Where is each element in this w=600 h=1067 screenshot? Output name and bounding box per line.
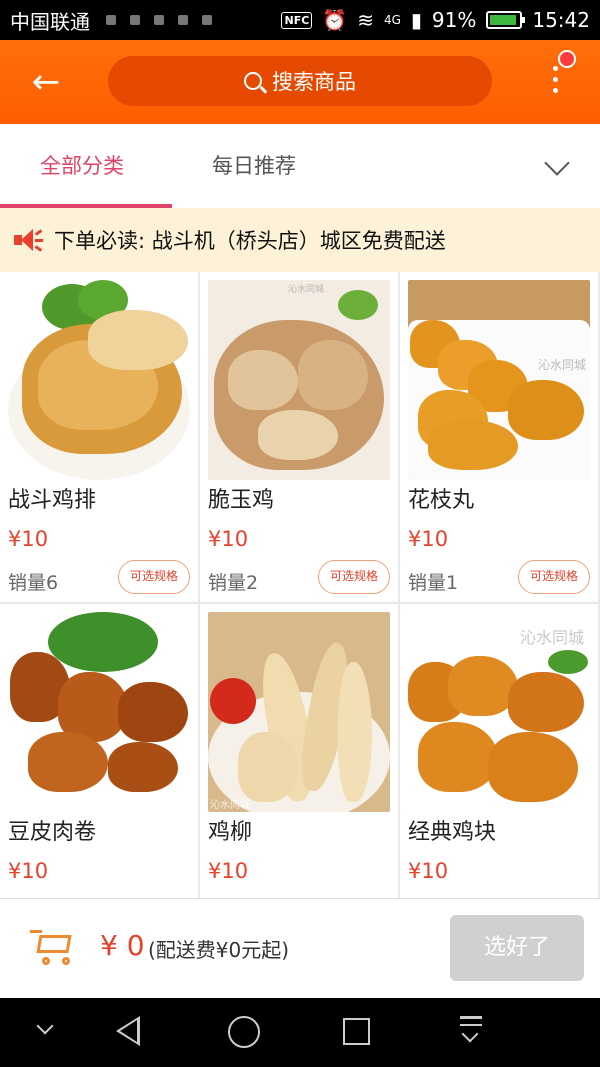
cart-icon[interactable] [30, 927, 78, 967]
notification-icon [202, 15, 212, 25]
select-spec-button[interactable]: 可选规格 [118, 560, 190, 594]
product-sales: 销量2 [208, 572, 259, 594]
product-card[interactable]: 战斗鸡排 ¥10 销量6 可选规格 [0, 272, 198, 602]
notification-icon [154, 15, 164, 25]
alarm-icon: ⏰ [322, 8, 348, 32]
product-card[interactable]: 沁水同城 花枝丸 ¥10 销量1 可选规格 [400, 272, 598, 602]
watermark: 沁水同城 [520, 628, 585, 647]
product-image: 沁水同城 [408, 280, 590, 480]
product-name: 战斗鸡排 [8, 488, 97, 513]
product-price: ¥10 [8, 859, 49, 883]
watermark: 沁水同城 [538, 358, 587, 372]
signal-icon: ▮ [410, 8, 422, 32]
arrow-left-icon[interactable]: ← [26, 62, 66, 102]
product-image: 沁水同城 [8, 612, 190, 812]
category-tabs: 全部分类 每日推荐 [0, 124, 600, 208]
cart-total: ¥ 0 [100, 929, 145, 962]
delivery-fee-note: (配送费¥0元起) [148, 938, 290, 962]
app-screen: 中国联通 NFC ⏰ ≋ 4G ▮ 91% 15:42 ← 搜索商品 全部分类 … [0, 0, 600, 1067]
product-grid: 战斗鸡排 ¥10 销量6 可选规格 沁水同城 脆玉鸡 ¥10 销量2 可选规格 [0, 272, 600, 898]
watermark: 沁水同城 [210, 800, 250, 811]
status-right: NFC ⏰ ≋ 4G ▮ 91% 15:42 [281, 8, 590, 32]
product-name: 鸡柳 [208, 820, 253, 845]
product-name: 花枝丸 [408, 488, 475, 513]
search-bar[interactable]: 搜索商品 [108, 56, 492, 106]
battery-percent: 91% [431, 8, 477, 32]
wifi-icon: ≋ [357, 8, 374, 32]
product-name: 经典鸡块 [408, 820, 497, 845]
select-spec-button[interactable]: 可选规格 [518, 560, 590, 594]
status-bar: 中国联通 NFC ⏰ ≋ 4G ▮ 91% 15:42 [0, 0, 600, 40]
notification-icons [106, 15, 212, 25]
tab-daily-recommend[interactable]: 每日推荐 [212, 124, 296, 208]
search-icon [244, 72, 262, 90]
notification-icon [178, 15, 188, 25]
product-image [8, 280, 190, 480]
product-card[interactable]: 沁水同城 豆皮肉卷 ¥10 [0, 604, 198, 898]
watermark: 沁水同城 [288, 285, 325, 295]
select-spec-button[interactable]: 可选规格 [318, 560, 390, 594]
cart-bar: ¥ 0 (配送费¥0元起) 选好了 [0, 898, 600, 998]
more-vertical-icon[interactable] [548, 62, 562, 106]
product-image: 沁水同城 [408, 612, 590, 812]
tab-all-categories[interactable]: 全部分类 [40, 124, 124, 208]
product-image: 沁水同城 [208, 612, 390, 812]
product-image: 沁水同城 [208, 280, 390, 480]
network-label: 4G [383, 13, 401, 27]
product-price: ¥10 [208, 859, 249, 883]
product-name: 豆皮肉卷 [8, 820, 97, 845]
product-name: 脆玉鸡 [208, 488, 275, 513]
chevron-down-icon[interactable] [544, 152, 570, 178]
product-price: ¥10 [408, 859, 449, 883]
product-price: ¥10 [208, 527, 249, 551]
notice-banner: 下单必读: 战斗机（桥头店）城区免费配送 [0, 208, 600, 272]
product-price: ¥10 [408, 527, 449, 551]
battery-icon [486, 11, 526, 29]
speaker-icon [14, 227, 44, 253]
notification-dot [558, 50, 576, 68]
search-placeholder: 搜索商品 [272, 70, 356, 94]
app-header: ← 搜索商品 [0, 40, 600, 124]
system-nav-bar [0, 998, 600, 1067]
product-card[interactable]: 沁水同城 脆玉鸡 ¥10 销量2 可选规格 [200, 272, 398, 602]
checkout-button[interactable]: 选好了 [450, 915, 584, 981]
product-sales: 销量6 [8, 572, 59, 594]
clock: 15:42 [532, 8, 590, 32]
product-sales: 销量1 [408, 572, 459, 594]
recent-apps-icon[interactable] [343, 1018, 370, 1045]
notice-text: 下单必读: 战斗机（桥头店）城区免费配送 [54, 229, 446, 253]
chevron-down-icon[interactable] [36, 1020, 54, 1038]
notification-icon [130, 15, 140, 25]
product-card[interactable]: 沁水同城 经典鸡块 ¥10 [400, 604, 598, 898]
nfc-icon: NFC [281, 11, 313, 29]
notification-pull-icon[interactable] [460, 1016, 482, 1046]
watermark: 沁水同城 [126, 796, 175, 810]
home-circle-icon[interactable] [228, 1016, 260, 1048]
carrier-label: 中国联通 [10, 9, 90, 34]
product-price: ¥10 [8, 527, 49, 551]
product-card[interactable]: 沁水同城 鸡柳 ¥10 [200, 604, 398, 898]
back-triangle-icon[interactable] [116, 1016, 140, 1046]
notification-icon [106, 15, 116, 25]
